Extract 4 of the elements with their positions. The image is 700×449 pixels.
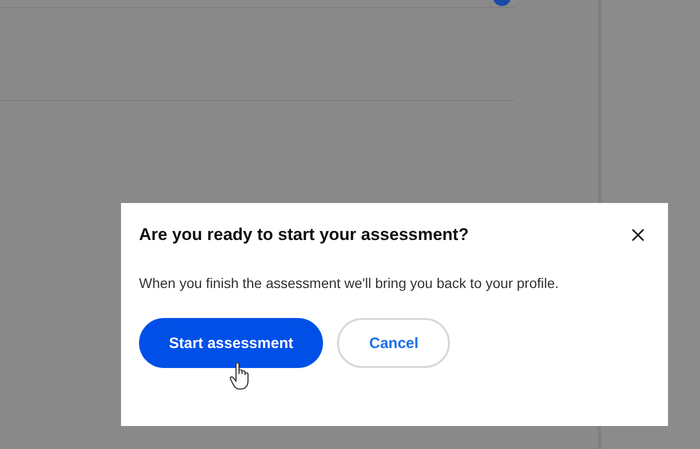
dialog-message: When you finish the assessment we'll bring you back to your profile. — [139, 275, 560, 291]
cancel-button[interactable]: Cancel — [337, 318, 450, 368]
pointer-icon — [229, 362, 251, 390]
dialog-title: Are you ready to start your assessment? — [139, 225, 469, 245]
